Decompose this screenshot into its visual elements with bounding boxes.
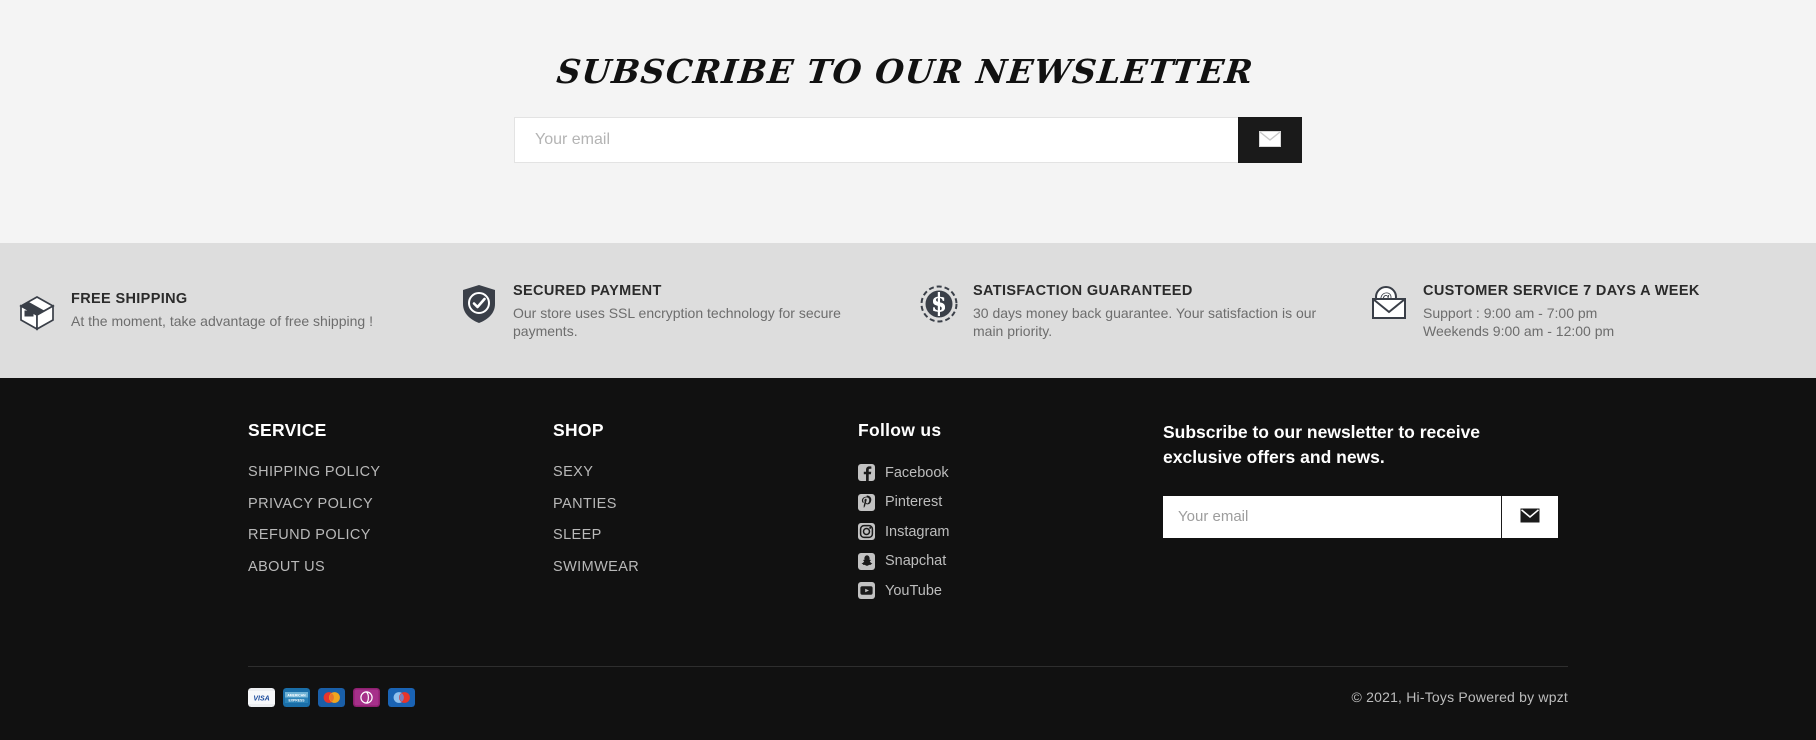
top-newsletter-submit-button[interactable] <box>1238 117 1302 163</box>
feature-desc: Our store uses SSL encryption technology… <box>513 304 841 339</box>
snapchat-icon <box>858 552 875 570</box>
svg-text:S: S <box>932 292 946 316</box>
feature-secured-payment: SECURED PAYMENT Our store uses SSL encry… <box>458 281 918 341</box>
top-newsletter-section: Subscribe to our newsletter <box>0 0 1816 243</box>
facebook-icon <box>858 464 875 481</box>
footer-follow-title: Follow us <box>858 420 942 440</box>
feature-desc: Support : 9:00 am - 7:00 pm Weekends 9:0… <box>1423 304 1615 339</box>
svg-text:AMERICAN: AMERICAN <box>287 693 306 697</box>
maestro-card-icon <box>388 687 415 707</box>
footer-link-refund-policy[interactable]: REFUND POLICY <box>248 527 553 543</box>
features-bar: FREE SHIPPING At the moment, take advant… <box>0 243 1816 378</box>
social-label: Pinterest <box>885 494 943 510</box>
footer-link-sexy[interactable]: SEXY <box>553 464 858 480</box>
footer-column-shop: SHOP SEXY PANTIES SLEEP SWIMWEAR <box>553 420 858 612</box>
diners-card-icon <box>353 687 380 707</box>
feature-satisfaction-guaranteed: S S SATISFACTION GUARANTEED 30 days mone… <box>918 281 1368 341</box>
feature-title: SATISFACTION GUARANTEED <box>973 282 1193 299</box>
social-link-facebook[interactable]: Facebook <box>858 464 1163 481</box>
footer-newsletter-submit-button[interactable] <box>1501 495 1558 538</box>
feature-title: FREE SHIPPING <box>71 290 188 307</box>
instagram-icon <box>858 523 875 540</box>
footer-column-newsletter: Subscribe to our newsletter to receive e… <box>1163 420 1568 612</box>
top-newsletter-form <box>514 117 1302 163</box>
visa-card-icon: VISA <box>248 687 275 707</box>
top-newsletter-email-input[interactable] <box>514 117 1238 163</box>
svg-text:EXPRESS: EXPRESS <box>288 698 305 702</box>
footer-newsletter-heading: Subscribe to our newsletter to receive e… <box>1163 422 1481 467</box>
feature-desc: 30 days money back guarantee. Your satis… <box>973 304 1317 339</box>
copyright-text: © 2021, Hi-Toys Powered by wpzt <box>1351 689 1568 705</box>
feature-free-shipping: FREE SHIPPING At the moment, take advant… <box>8 289 458 333</box>
footer-link-sleep[interactable]: SLEEP <box>553 527 858 543</box>
payment-methods: VISA AMERICAN EXPRESS <box>248 687 415 707</box>
footer-service-title: SERVICE <box>248 420 327 440</box>
site-footer: SERVICE SHIPPING POLICY PRIVACY POLICY R… <box>0 378 1816 740</box>
social-link-pinterest[interactable]: Pinterest <box>858 493 1163 511</box>
dollar-coin-icon: S S <box>918 283 960 325</box>
feature-title: CUSTOMER SERVICE 7 DAYS A WEEK <box>1423 282 1700 299</box>
footer-link-about-us[interactable]: ABOUT US <box>248 559 553 575</box>
footer-link-panties[interactable]: PANTIES <box>553 496 858 512</box>
envelope-icon <box>1520 508 1540 526</box>
footer-shop-title: SHOP <box>553 420 604 440</box>
email-at-icon: @ <box>1368 283 1410 325</box>
footer-link-shipping-policy[interactable]: SHIPPING POLICY <box>248 464 553 480</box>
footer-link-swimwear[interactable]: SWIMWEAR <box>553 559 858 575</box>
svg-text:VISA: VISA <box>253 695 269 702</box>
social-label: Facebook <box>885 464 949 481</box>
footer-newsletter-form <box>1163 495 1558 538</box>
amex-card-icon: AMERICAN EXPRESS <box>283 687 310 707</box>
feature-desc: At the moment, take advantage of free sh… <box>71 312 373 329</box>
mastercard-card-icon <box>318 687 345 707</box>
social-label: Snapchat <box>885 553 947 569</box>
shield-check-icon <box>458 283 500 325</box>
footer-link-privacy-policy[interactable]: PRIVACY POLICY <box>248 496 553 512</box>
feature-title: SECURED PAYMENT <box>513 282 662 299</box>
envelope-icon <box>1259 130 1281 150</box>
footer-newsletter-email-input[interactable] <box>1163 495 1501 538</box>
social-link-snapchat[interactable]: Snapchat <box>858 552 1163 570</box>
social-label: YouTube <box>885 582 942 599</box>
footer-column-service: SERVICE SHIPPING POLICY PRIVACY POLICY R… <box>248 420 553 612</box>
social-link-instagram[interactable]: Instagram <box>858 523 1163 540</box>
top-newsletter-title: Subscribe to our newsletter <box>554 52 1256 91</box>
social-label: Instagram <box>885 523 950 540</box>
pinterest-icon <box>858 493 875 511</box>
footer-column-follow-us: Follow us Facebook Pinterest Instagram S… <box>858 420 1163 612</box>
youtube-icon <box>858 582 875 599</box>
social-link-youtube[interactable]: YouTube <box>858 582 1163 599</box>
feature-customer-service: @ CUSTOMER SERVICE 7 DAYS A WEEK Support… <box>1368 281 1808 341</box>
package-box-icon <box>16 291 58 333</box>
